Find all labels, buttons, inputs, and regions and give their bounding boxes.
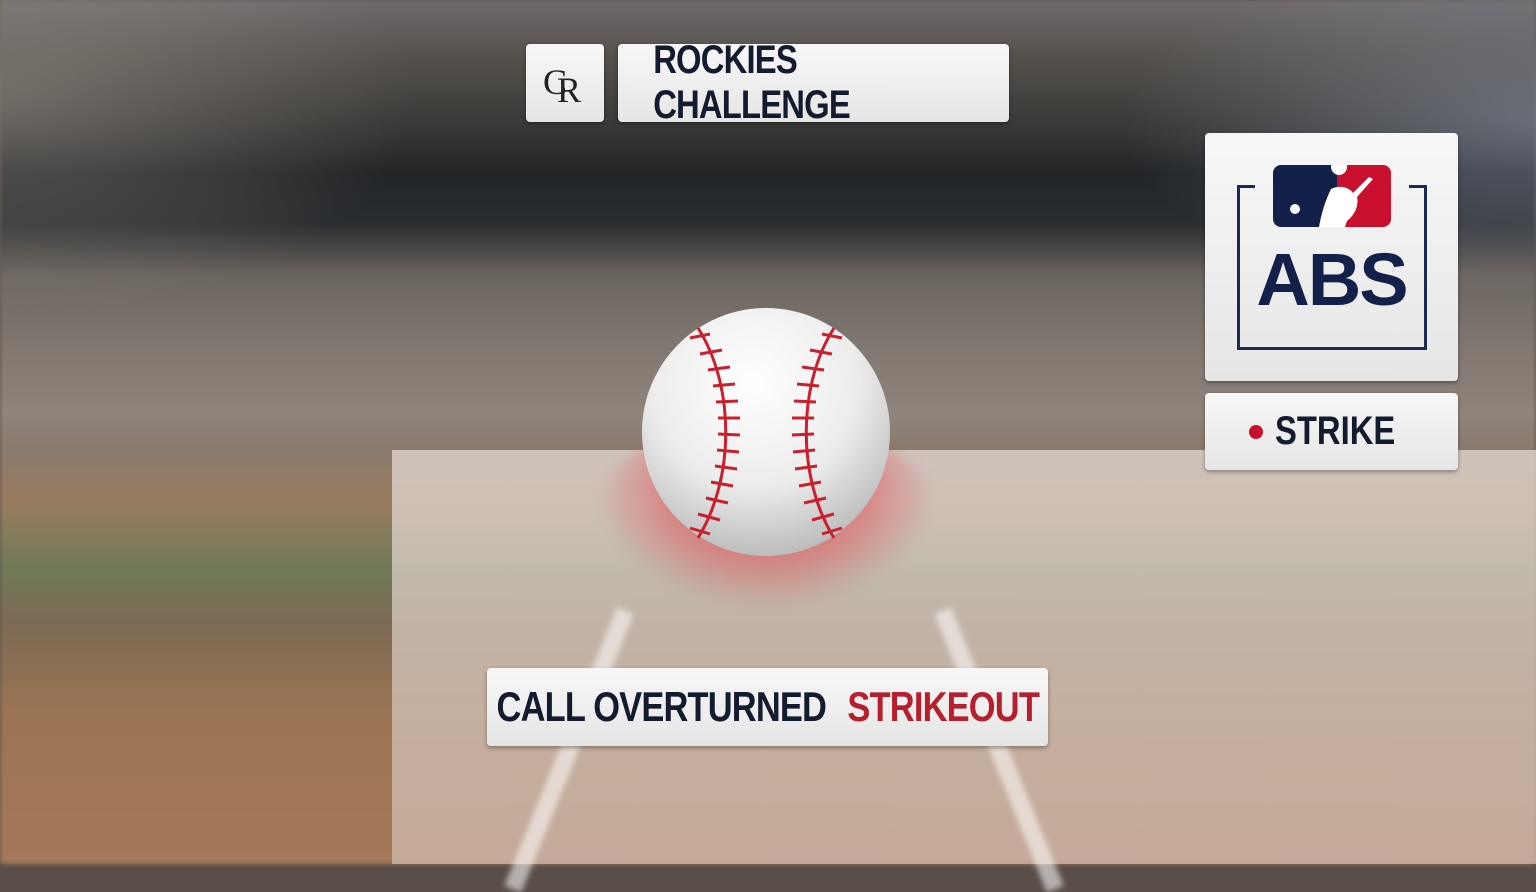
strike-dot-icon	[1248, 424, 1263, 439]
challenge-title-panel: ROCKIES CHALLENGE	[618, 38, 1009, 127]
call-result-label: STRIKE	[1274, 409, 1395, 453]
abs-panel: ABS	[1205, 133, 1458, 381]
mlb-logo-icon	[1273, 165, 1391, 227]
rockies-cr-logo-icon: C R	[543, 62, 582, 110]
stadium-light-left	[0, 0, 420, 320]
abs-label: ABS	[1256, 238, 1408, 321]
call-status-label: CALL OVERTURNED	[496, 683, 826, 730]
baseball-icon	[642, 308, 890, 556]
rockies-logo-badge: C R	[526, 44, 604, 122]
challenge-title: ROCKIES CHALLENGE	[653, 38, 851, 127]
outcome-text: CALL OVERTURNED STRIKEOUT	[496, 683, 1039, 731]
call-result-panel: STRIKE	[1205, 393, 1458, 470]
outcome-panel: CALL OVERTURNED STRIKEOUT	[487, 668, 1048, 746]
play-result-label: STRIKEOUT	[847, 683, 1039, 730]
